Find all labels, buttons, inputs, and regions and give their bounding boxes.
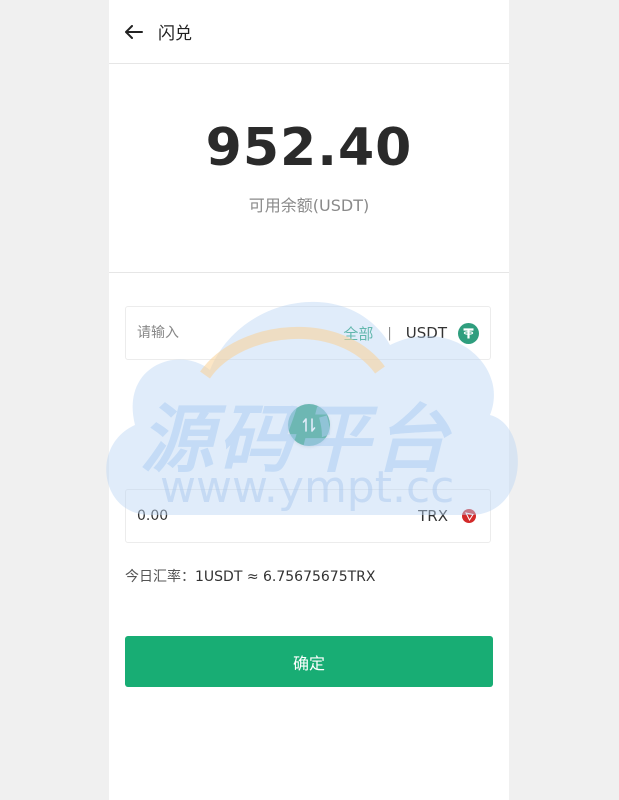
divider: | [387, 325, 392, 341]
rate-label: 今日汇率： [125, 569, 195, 585]
exchange-rate: 今日汇率：1USDT ≈ 6.75675675TRX [125, 566, 376, 586]
back-button[interactable] [124, 22, 144, 42]
header: 闪兑 [109, 0, 509, 64]
arrow-left-icon [125, 24, 143, 39]
to-coin-label: TRX [418, 507, 448, 525]
confirm-button[interactable]: 确定 [125, 636, 493, 687]
balance-section: 952.40 可用余额(USDT) [109, 64, 509, 273]
from-amount-field: 全部 | USDT [125, 306, 491, 360]
balance-label: 可用余额(USDT) [248, 196, 370, 215]
rate-value: 1USDT ≈ 6.75675675TRX [195, 569, 376, 585]
tron-icon [462, 509, 476, 523]
to-amount-field: TRX [125, 489, 491, 543]
phone-screen: 闪兑 952.40 可用余额(USDT) 全部 | USDT TRX [109, 0, 509, 800]
all-button[interactable]: 全部 [343, 323, 373, 344]
from-amount-input[interactable] [126, 306, 344, 360]
from-coin-label: USDT [405, 324, 447, 342]
swap-button[interactable] [288, 404, 330, 446]
to-amount-input[interactable] [126, 489, 419, 543]
page-title: 闪兑 [158, 24, 192, 44]
swap-icon [302, 418, 316, 432]
balance-amount: 952.40 [205, 118, 413, 178]
tether-icon [458, 322, 479, 344]
